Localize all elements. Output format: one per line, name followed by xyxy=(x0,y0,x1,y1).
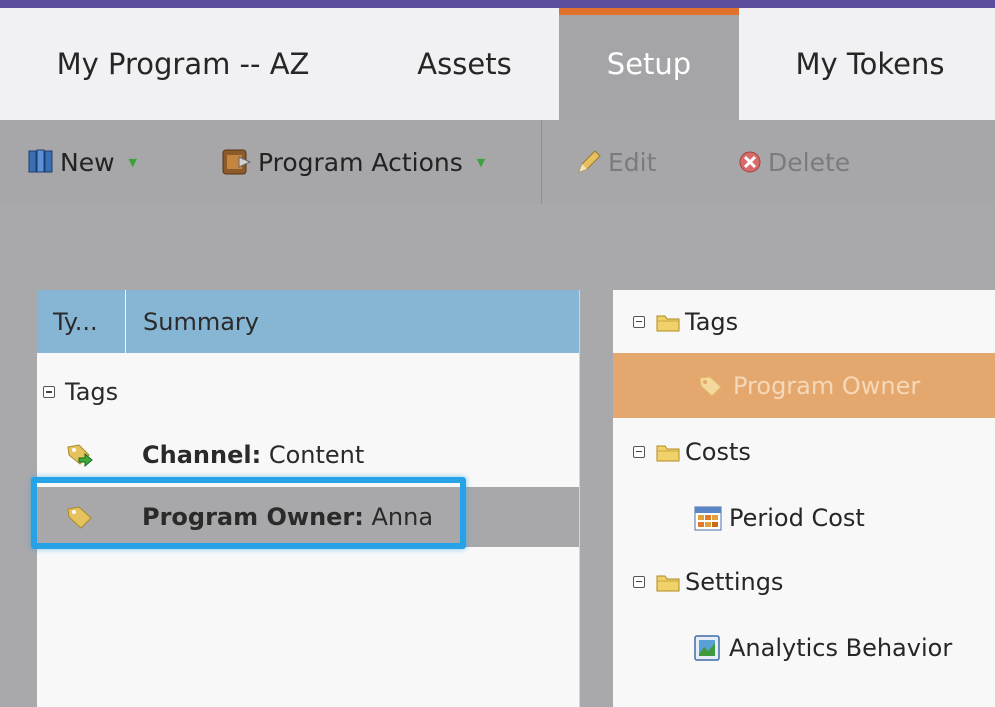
tags-group-row[interactable]: Tags xyxy=(37,362,579,422)
collapse-icon[interactable] xyxy=(43,386,55,398)
tag-icon xyxy=(697,373,725,399)
toolbar: New ▼ Program Actions ▼ Edit Delete xyxy=(0,120,995,204)
caret-down-icon: ▼ xyxy=(476,155,486,169)
col-type-header[interactable]: Ty... xyxy=(53,290,98,353)
tree-item-tags-label: Tags xyxy=(685,307,739,336)
calendar-icon xyxy=(693,504,723,532)
program-actions-label: Program Actions xyxy=(258,147,463,177)
tree-item-settings-label: Settings xyxy=(685,567,784,596)
tree-item-program-owner[interactable]: Program Owner xyxy=(613,353,995,418)
collapse-icon[interactable] xyxy=(633,315,645,328)
delete-label: Delete xyxy=(768,147,851,177)
new-label: New xyxy=(60,147,115,177)
edit-button[interactable]: Edit xyxy=(574,120,656,204)
col-summary-header[interactable]: Summary xyxy=(143,290,259,353)
book-icon xyxy=(26,148,56,176)
setup-tree-panel: Tags Program Owner Costs Period Cost Set… xyxy=(613,290,995,707)
tab-bar: My Program -- AZ Assets Setup My Tokens xyxy=(0,8,995,120)
folder-icon xyxy=(655,571,681,593)
tree-item-settings[interactable]: Settings xyxy=(613,550,995,613)
row-key: Channel: xyxy=(142,440,262,469)
tab-program[interactable]: My Program -- AZ xyxy=(18,8,348,120)
folder-icon xyxy=(655,311,681,333)
delete-button[interactable]: Delete xyxy=(736,120,850,204)
tree-item-analytics-behavior-label: Analytics Behavior xyxy=(729,633,953,662)
program-actions-button[interactable]: Program Actions ▼ xyxy=(220,120,485,204)
tree-item-costs-label: Costs xyxy=(685,437,751,466)
top-accent-bar xyxy=(0,0,995,8)
tag-arrow-icon xyxy=(65,441,95,469)
tab-setup[interactable]: Setup xyxy=(559,8,739,120)
program-actions-icon xyxy=(220,147,254,177)
collapse-icon[interactable] xyxy=(633,445,645,458)
tab-setup-label: Setup xyxy=(606,47,692,81)
tree-item-tags[interactable]: Tags xyxy=(613,290,995,353)
tree-item-period-cost-label: Period Cost xyxy=(729,503,865,532)
tree-item-analytics-behavior[interactable]: Analytics Behavior xyxy=(613,616,995,679)
tab-my-tokens-label: My Tokens xyxy=(795,47,945,81)
col-summary-label: Summary xyxy=(143,307,259,336)
column-divider[interactable] xyxy=(125,290,126,353)
edit-label: Edit xyxy=(608,147,657,177)
tags-group-label: Tags xyxy=(65,378,119,406)
col-type-label: Ty... xyxy=(53,307,98,336)
caret-down-icon: ▼ xyxy=(128,155,137,169)
folder-icon xyxy=(655,441,681,463)
tab-my-tokens[interactable]: My Tokens xyxy=(765,8,975,120)
tree-item-period-cost[interactable]: Period Cost xyxy=(613,486,995,549)
pencil-icon xyxy=(574,147,604,177)
tab-assets[interactable]: Assets xyxy=(392,8,537,120)
selection-highlight xyxy=(31,477,466,549)
new-button[interactable]: New ▼ xyxy=(26,120,137,204)
tab-program-label: My Program -- AZ xyxy=(56,47,310,81)
tree-item-costs[interactable]: Costs xyxy=(613,420,995,483)
delete-icon xyxy=(736,148,764,176)
row-value: Content xyxy=(268,440,365,469)
summary-header: Ty... Summary xyxy=(37,290,579,353)
collapse-icon[interactable] xyxy=(633,575,645,588)
analytics-icon xyxy=(693,634,721,662)
tab-assets-label: Assets xyxy=(417,47,512,81)
toolbar-divider xyxy=(541,120,542,204)
tree-item-program-owner-label: Program Owner xyxy=(733,371,921,400)
